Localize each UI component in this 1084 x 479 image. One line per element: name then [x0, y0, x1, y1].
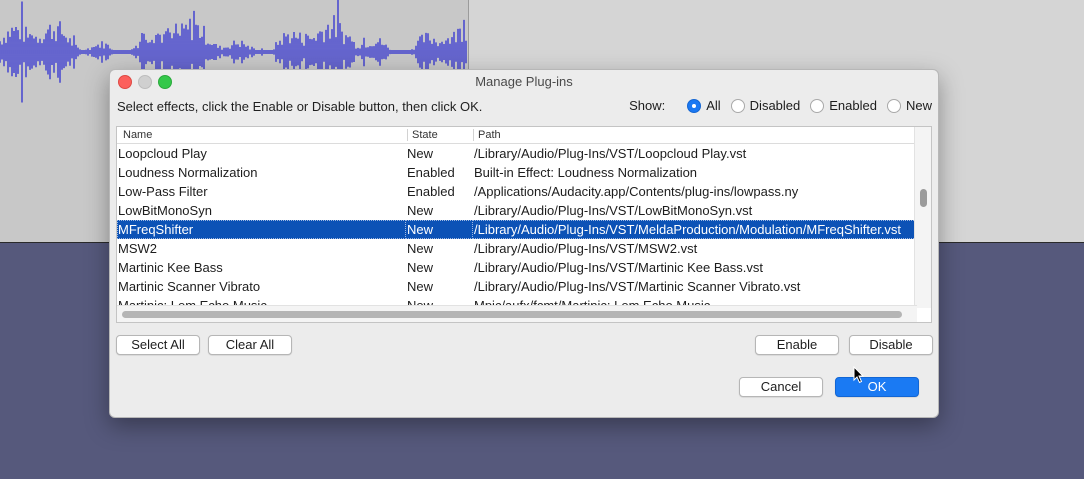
plugin-row[interactable]: Martinic Kee Bass New/Library/Audio/Plug-…	[117, 258, 917, 277]
show-label: Show:	[629, 98, 666, 113]
show-enabled-radio[interactable]: Enabled	[810, 98, 877, 113]
cancel-button[interactable]: Cancel	[739, 377, 823, 397]
plugin-row[interactable]: MSW2 New/Library/Audio/Plug-Ins/VST/MSW2.…	[117, 239, 917, 258]
plugin-path-cell: /Library/Audio/Plug-Ins/VST/MSW2.vst	[474, 241, 698, 256]
show-disabled-radio[interactable]: Disabled	[730, 98, 801, 113]
plugin-row[interactable]: Low-Pass Filter Enabled/Applications/Auda…	[117, 182, 917, 201]
plugin-row[interactable]: Martinic Scanner Vibrato New/Library/Audi…	[117, 277, 917, 296]
selection-focus-outline	[472, 220, 918, 239]
plugin-list[interactable]: Name State Path Loopcloud Play New/Librar…	[116, 126, 932, 323]
plugin-name-cell: MSW2	[118, 241, 157, 256]
plugin-state-cell: New	[407, 203, 434, 218]
title-bar[interactable]: Manage Plug-ins	[110, 70, 938, 92]
plugin-name-cell: LowBitMonoSyn	[118, 203, 212, 218]
plugin-row[interactable]: LowBitMonoSyn New/Library/Audio/Plug-Ins/…	[117, 201, 917, 220]
disable-button[interactable]: Disable	[849, 335, 933, 355]
plugin-path-cell: /Applications/Audacity.app/Contents/plug…	[474, 184, 799, 199]
list-header: Name State Path	[117, 127, 917, 144]
selection-focus-outline	[117, 220, 406, 239]
plugin-row[interactable]: Loudness Normalization Enabled Built-in Ef…	[117, 163, 917, 182]
vertical-scroll-thumb[interactable]	[920, 189, 927, 207]
plugin-name-cell: Martinic Scanner Vibrato	[118, 279, 261, 294]
plugin-state-cell: New	[407, 241, 434, 256]
enable-button[interactable]: Enable	[755, 335, 839, 355]
selection-focus-outline	[405, 220, 473, 239]
column-separator[interactable]	[473, 129, 474, 141]
plugin-state-cell: Enabled	[407, 184, 455, 199]
plugin-state-cell: Enabled	[407, 165, 455, 180]
plugin-row[interactable]: MFreqShifter New/Library/Audio/Plug-Ins/V…	[117, 220, 918, 239]
plugin-path-cell: Built-in Effect: Loudness Normalization	[474, 165, 698, 180]
plugin-state-cell: New	[407, 279, 434, 294]
radio-circle-icon[interactable]	[886, 98, 901, 113]
show-all-radio[interactable]: All	[687, 98, 721, 113]
plugin-state-cell: New	[407, 146, 434, 161]
plugin-path-cell: /Library/Audio/Plug-Ins/VST/LowBitMonoSy…	[474, 203, 753, 218]
plugin-path-cell: /Library/Audio/Plug-Ins/VST/Martinic Kee…	[474, 260, 764, 275]
radio-label: Disabled	[749, 98, 801, 113]
show-new-radio[interactable]: New	[886, 98, 932, 113]
plugin-row[interactable]: Loopcloud Play New/Library/Audio/Plug-Ins…	[117, 144, 917, 163]
list-rows: Loopcloud Play New/Library/Audio/Plug-Ins…	[117, 144, 918, 315]
plugin-name-cell: Low-Pass Filter	[118, 184, 208, 199]
select-all-button[interactable]: Select All	[116, 335, 200, 355]
plugin-name-cell: Loudness Normalization	[118, 165, 258, 180]
radio-label: All	[706, 98, 721, 113]
column-header-name[interactable]: Name	[123, 129, 152, 141]
column-header-state[interactable]: State	[412, 129, 438, 141]
plugin-state-cell: New	[407, 260, 434, 275]
clear-all-button[interactable]: Clear All	[208, 335, 292, 355]
mouse-pointer-icon	[853, 366, 865, 384]
column-header-path[interactable]: Path	[478, 129, 501, 141]
show-filter: Show: All Disabled Enabled New	[629, 98, 932, 113]
plugin-name-cell: Martinic Kee Bass	[118, 260, 223, 275]
horizontal-scrollbar[interactable]	[117, 305, 917, 322]
radio-label: Enabled	[829, 98, 877, 113]
horizontal-scroll-thumb[interactable]	[122, 311, 902, 318]
manage-plugins-dialog: Manage Plug-ins Select effects, click th…	[109, 69, 939, 418]
dialog-title: Manage Plug-ins	[475, 74, 573, 89]
radio-circle-icon[interactable]	[730, 98, 745, 113]
radio-circle-icon[interactable]	[687, 98, 702, 113]
radio-circle-icon[interactable]	[810, 98, 825, 113]
plugin-name-cell: Loopcloud Play	[118, 146, 207, 161]
plugin-path-cell: /Library/Audio/Plug-Ins/VST/Loopcloud Pl…	[474, 146, 747, 161]
plugin-path-cell: /Library/Audio/Plug-Ins/VST/Martinic Sca…	[474, 279, 801, 294]
vertical-scrollbar[interactable]	[914, 127, 931, 308]
radio-label: New	[905, 98, 932, 113]
column-separator[interactable]	[407, 129, 408, 141]
ok-button[interactable]: OK	[835, 377, 919, 397]
instructions-text: Select effects, click the Enable or Disa…	[117, 99, 483, 114]
